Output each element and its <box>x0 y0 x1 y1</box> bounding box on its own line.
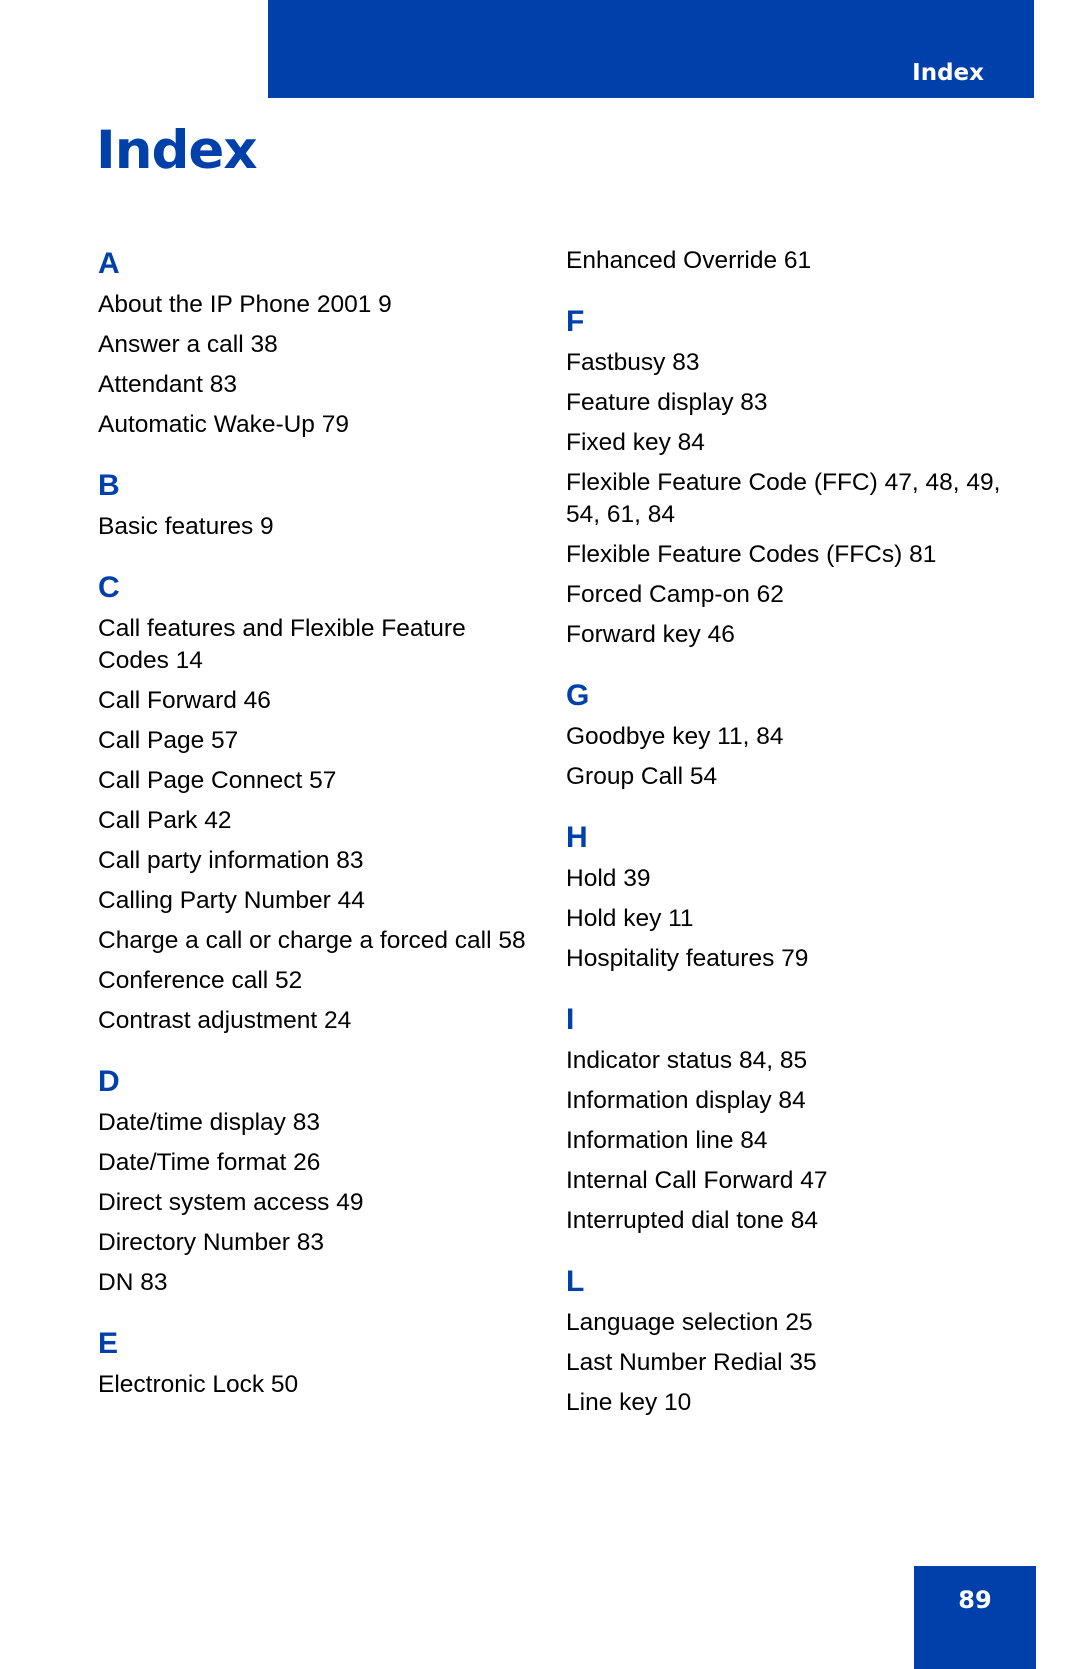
section-letter: I <box>566 1003 575 1036</box>
index-entry[interactable]: Internal Call Forward 47 <box>566 1165 1006 1197</box>
index-entry[interactable]: Conference call 52 <box>98 965 528 997</box>
index-entry[interactable]: Call Page 57 <box>98 725 528 757</box>
index-entry[interactable]: Date/Time format 26 <box>98 1147 528 1179</box>
index-entry[interactable]: Hold 39 <box>566 863 1006 895</box>
section-letter: H <box>566 821 588 854</box>
page-title: Index <box>96 120 258 181</box>
index-entry[interactable]: Interrupted dial tone 84 <box>566 1205 1006 1237</box>
index-section-b: B Basic features 9 <box>98 467 528 543</box>
index-entry[interactable]: Fixed key 84 <box>566 427 1006 459</box>
index-entry[interactable]: Information display 84 <box>566 1085 1006 1117</box>
index-entry[interactable]: Line key 10 <box>566 1387 1006 1419</box>
index-column-right: Enhanced Override 61 F Fastbusy 83 Feature … <box>566 245 1006 1445</box>
index-entry[interactable]: Language selection 25 <box>566 1307 1006 1339</box>
index-entry[interactable]: Last Number Redial 35 <box>566 1347 1006 1379</box>
index-section-i: I Indicator status 84, 85 Information disp… <box>566 1001 1006 1237</box>
index-entry[interactable]: Flexible Feature Codes (FFCs) 81 <box>566 539 1006 571</box>
header-section-label: Index <box>912 60 984 86</box>
index-entry[interactable]: Direct system access 49 <box>98 1187 528 1219</box>
index-entry[interactable]: Answer a call 38 <box>98 329 528 361</box>
index-section-a: A About the IP Phone 2001 9 Answer a call … <box>98 245 528 441</box>
section-letter: D <box>98 1065 120 1098</box>
index-entry[interactable]: Group Call 54 <box>566 761 1006 793</box>
index-entry[interactable]: Call party information 83 <box>98 845 528 877</box>
index-entry[interactable]: Forward key 46 <box>566 619 1006 651</box>
index-entry[interactable]: About the IP Phone 2001 9 <box>98 289 528 321</box>
index-entry[interactable]: Feature display 83 <box>566 387 1006 419</box>
index-entry[interactable]: Flexible Feature Code (FFC) 47, 48, 49, … <box>566 467 1006 531</box>
index-entry[interactable]: Date/time display 83 <box>98 1107 528 1139</box>
section-letter: F <box>566 305 585 338</box>
index-entry[interactable]: Call Park 42 <box>98 805 528 837</box>
index-entry[interactable]: Forced Camp-on 62 <box>566 579 1006 611</box>
index-entry[interactable]: Charge a call or charge a forced call 58 <box>98 925 528 957</box>
section-letter: L <box>566 1265 585 1298</box>
index-entry[interactable]: Attendant 83 <box>98 369 528 401</box>
index-entry[interactable]: Information line 84 <box>566 1125 1006 1157</box>
index-entry[interactable]: Enhanced Override 61 <box>566 245 1006 277</box>
section-letter: E <box>98 1327 119 1360</box>
section-letter: B <box>98 469 120 502</box>
index-section-l: L Language selection 25 Last Number Redial… <box>566 1263 1006 1419</box>
index-entry[interactable]: Contrast adjustment 24 <box>98 1005 528 1037</box>
index-section-c: C Call features and Flexible Feature Code… <box>98 569 528 1037</box>
index-section-g: G Goodbye key 11, 84 Group Call 54 <box>566 677 1006 793</box>
index-entry[interactable]: Calling Party Number 44 <box>98 885 528 917</box>
index-section-continued: Enhanced Override 61 <box>566 245 1006 277</box>
index-entry[interactable]: Basic features 9 <box>98 511 528 543</box>
header-bar: Index <box>268 0 1034 98</box>
page-number: 89 <box>958 1586 992 1614</box>
index-entry[interactable]: Call Forward 46 <box>98 685 528 717</box>
section-letter: A <box>98 247 120 280</box>
index-entry[interactable]: Call features and Flexible Feature Codes… <box>98 613 528 677</box>
index-entry[interactable]: Automatic Wake-Up 79 <box>98 409 528 441</box>
index-entry[interactable]: Call Page Connect 57 <box>98 765 528 797</box>
index-section-d: D Date/time display 83 Date/Time format 26… <box>98 1063 528 1299</box>
index-entry[interactable]: Directory Number 83 <box>98 1227 528 1259</box>
section-letter: G <box>566 679 590 712</box>
index-entry[interactable]: Goodbye key 11, 84 <box>566 721 1006 753</box>
index-entry[interactable]: Electronic Lock 50 <box>98 1369 528 1401</box>
index-entry[interactable]: Fastbusy 83 <box>566 347 1006 379</box>
index-entry[interactable]: Hold key 11 <box>566 903 1006 935</box>
page-number-box: 89 <box>914 1566 1036 1669</box>
index-entry[interactable]: Indicator status 84, 85 <box>566 1045 1006 1077</box>
index-entry[interactable]: Hospitality features 79 <box>566 943 1006 975</box>
index-section-e: E Electronic Lock 50 <box>98 1325 528 1401</box>
section-letter: C <box>98 571 120 604</box>
index-section-h: H Hold 39 Hold key 11 Hospitality features … <box>566 819 1006 975</box>
index-entry[interactable]: DN 83 <box>98 1267 528 1299</box>
index-column-left: A About the IP Phone 2001 9 Answer a call … <box>98 245 528 1427</box>
index-section-f: F Fastbusy 83 Feature display 83 Fixed key … <box>566 303 1006 651</box>
